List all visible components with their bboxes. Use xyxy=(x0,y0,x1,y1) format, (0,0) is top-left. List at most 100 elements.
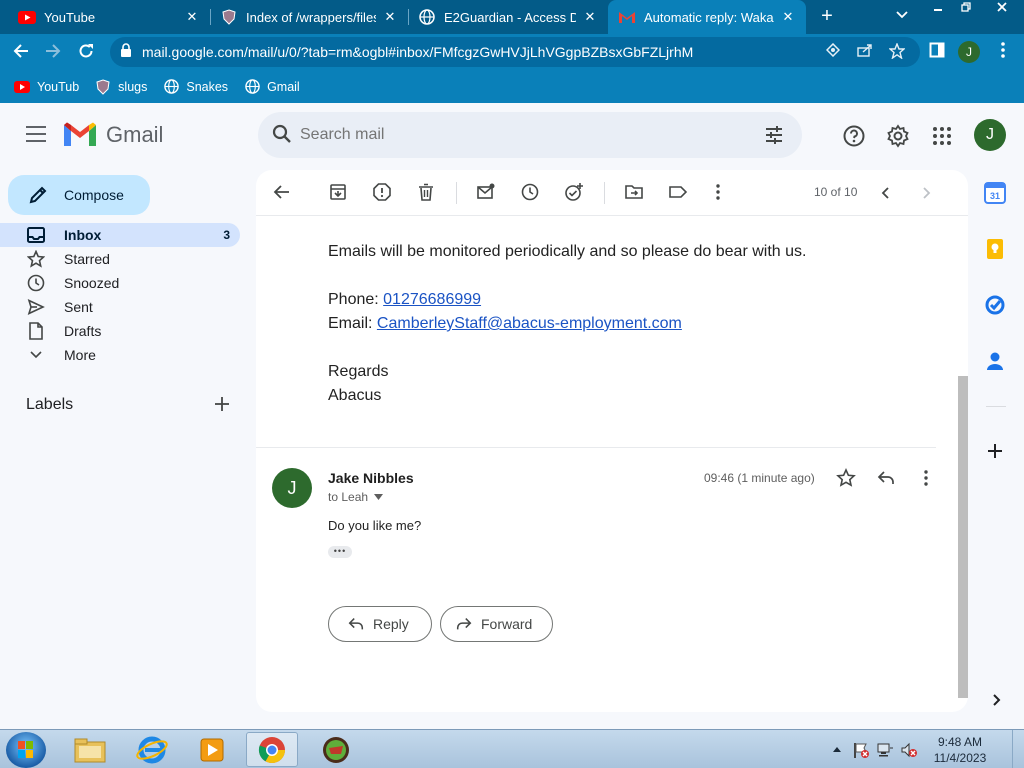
search-input[interactable] xyxy=(300,122,740,148)
delete-trash-icon[interactable] xyxy=(416,182,438,204)
restore-button[interactable] xyxy=(952,0,980,18)
eye-icon[interactable] xyxy=(824,42,842,60)
move-to-folder-icon[interactable] xyxy=(624,182,646,204)
taskbar-clock[interactable]: 9:48 AM 11/4/2023 xyxy=(924,734,996,766)
reply-button[interactable]: Reply xyxy=(328,606,432,642)
chrome-taskbar-icon[interactable] xyxy=(246,732,298,767)
tab-index-wrappers[interactable]: Index of /wrappers/files ✕ xyxy=(210,0,408,34)
clock-time: 9:48 AM xyxy=(937,734,983,749)
archive-icon[interactable] xyxy=(328,182,350,204)
auto-reply-body: Emails will be monitored periodically an… xyxy=(328,240,806,408)
sidebar-item-drafts[interactable]: Drafts xyxy=(0,319,240,343)
sidebar-item-sent[interactable]: Sent xyxy=(0,295,240,319)
add-to-tasks-icon[interactable] xyxy=(564,182,586,204)
lock-icon[interactable] xyxy=(120,43,132,60)
tab-title: YouTube xyxy=(44,9,96,25)
calendar-icon[interactable]: 31 xyxy=(984,182,1008,206)
network-icon[interactable] xyxy=(876,741,894,759)
share-icon[interactable] xyxy=(856,43,874,60)
main-menu-icon[interactable] xyxy=(26,126,46,144)
tab-e2guardian[interactable]: E2Guardian - Access Deni ✕ xyxy=(408,0,608,34)
sidebar-item-more[interactable]: More xyxy=(0,343,240,367)
message-more-icon[interactable] xyxy=(916,468,938,490)
phone-link[interactable]: 01276686999 xyxy=(383,291,481,308)
contacts-icon[interactable] xyxy=(984,350,1008,374)
media-player-icon[interactable] xyxy=(186,732,238,767)
close-window-button[interactable] xyxy=(980,0,1024,18)
tab-close-icon[interactable]: ✕ xyxy=(184,9,200,25)
apps-grid-icon[interactable] xyxy=(930,124,954,148)
sidebar-item-inbox[interactable]: Inbox 3 xyxy=(0,223,240,247)
help-icon[interactable] xyxy=(842,124,866,148)
sender-name[interactable]: Jake Nibbles xyxy=(328,470,414,486)
sender-avatar[interactable]: J xyxy=(272,468,312,508)
tab-close-icon[interactable]: ✕ xyxy=(582,9,598,25)
browser-profile-avatar[interactable]: J xyxy=(958,41,980,63)
youtube-icon xyxy=(18,8,36,26)
reload-icon[interactable] xyxy=(75,42,97,62)
bookmark-star-icon[interactable] xyxy=(888,42,906,62)
system-tray: 9:48 AM 11/4/2023 xyxy=(828,730,1024,768)
scrollbar-thumb[interactable] xyxy=(958,376,968,698)
body-line: Emails will be monitored periodically an… xyxy=(328,243,807,260)
back-arrow-icon[interactable] xyxy=(10,42,32,62)
address-bar[interactable]: mail.google.com/mail/u/0/?tab=rm&ogbl#in… xyxy=(110,37,920,67)
forward-button[interactable]: Forward xyxy=(440,606,553,642)
older-chevron-right-icon[interactable] xyxy=(916,183,936,203)
svg-text:31: 31 xyxy=(990,191,1000,201)
tab-close-icon[interactable]: ✕ xyxy=(382,9,398,25)
star-message-icon[interactable] xyxy=(836,468,858,490)
bookmark-gmail[interactable]: Gmail xyxy=(244,79,300,95)
expand-panel-chevron-icon[interactable] xyxy=(988,692,1004,708)
label-tag-icon[interactable] xyxy=(668,182,690,204)
sidebar-item-snoozed[interactable]: Snoozed xyxy=(0,271,240,295)
new-tab-button[interactable]: + xyxy=(816,5,838,29)
sidebar-item-starred[interactable]: Starred xyxy=(0,247,240,271)
get-addons-plus-icon[interactable] xyxy=(984,440,1008,464)
globe-icon xyxy=(163,79,179,95)
compose-button[interactable]: Compose xyxy=(8,175,150,215)
create-label-plus-icon[interactable] xyxy=(212,394,232,414)
tab-search-chevron-icon[interactable] xyxy=(896,8,908,22)
minimize-button[interactable] xyxy=(924,0,952,18)
internet-explorer-icon[interactable] xyxy=(126,732,178,767)
account-avatar[interactable]: J xyxy=(974,119,1006,151)
newer-chevron-left-icon[interactable] xyxy=(876,183,896,203)
side-panel-icon[interactable] xyxy=(926,42,948,62)
browser-menu-icon[interactable] xyxy=(992,42,1014,62)
shield-icon xyxy=(220,8,238,26)
bookmark-snakes[interactable]: Snakes xyxy=(163,79,228,95)
browser-tab-strip: YouTube ✕ Index of /wrappers/files ✕ E2G… xyxy=(0,0,1024,34)
search-icon[interactable] xyxy=(272,124,292,144)
show-desktop-button[interactable] xyxy=(1012,730,1024,768)
email-link[interactable]: CamberleyStaff@abacus-employment.com xyxy=(377,315,682,332)
report-spam-icon[interactable] xyxy=(372,182,394,204)
back-to-inbox-icon[interactable] xyxy=(272,182,294,204)
gmail-logo-icon[interactable] xyxy=(64,122,96,146)
search-options-icon[interactable] xyxy=(764,125,784,145)
mark-unread-icon[interactable] xyxy=(476,182,498,204)
action-center-flag-icon[interactable] xyxy=(852,741,870,759)
volume-muted-icon[interactable] xyxy=(900,741,918,759)
more-options-icon[interactable] xyxy=(708,182,730,204)
start-button[interactable] xyxy=(6,732,46,768)
file-explorer-icon[interactable] xyxy=(64,732,116,767)
game-app-icon[interactable] xyxy=(310,732,362,767)
show-hidden-icons-icon[interactable] xyxy=(828,741,846,759)
forward-arrow-icon[interactable] xyxy=(42,42,64,62)
reply-arrow-icon[interactable] xyxy=(876,468,898,490)
show-trimmed-content-button[interactable]: ••• xyxy=(328,546,352,558)
bookmark-slugs[interactable]: slugs xyxy=(95,78,147,95)
bookmark-youtube[interactable]: YouTub xyxy=(14,79,79,95)
tab-close-icon[interactable]: ✕ xyxy=(780,9,796,25)
window-controls xyxy=(924,0,1024,18)
snooze-clock-icon[interactable] xyxy=(520,182,542,204)
tasks-icon[interactable] xyxy=(984,294,1008,318)
tab-gmail-active[interactable]: Automatic reply: Waka W ✕ xyxy=(608,0,806,34)
sidebar-item-label: Starred xyxy=(64,251,110,267)
keep-notes-icon[interactable] xyxy=(984,238,1008,262)
recipient-details[interactable]: to Leah xyxy=(328,490,384,504)
tab-youtube[interactable]: YouTube ✕ xyxy=(8,0,210,34)
settings-gear-icon[interactable] xyxy=(886,124,910,148)
body-blank-line xyxy=(328,336,806,360)
